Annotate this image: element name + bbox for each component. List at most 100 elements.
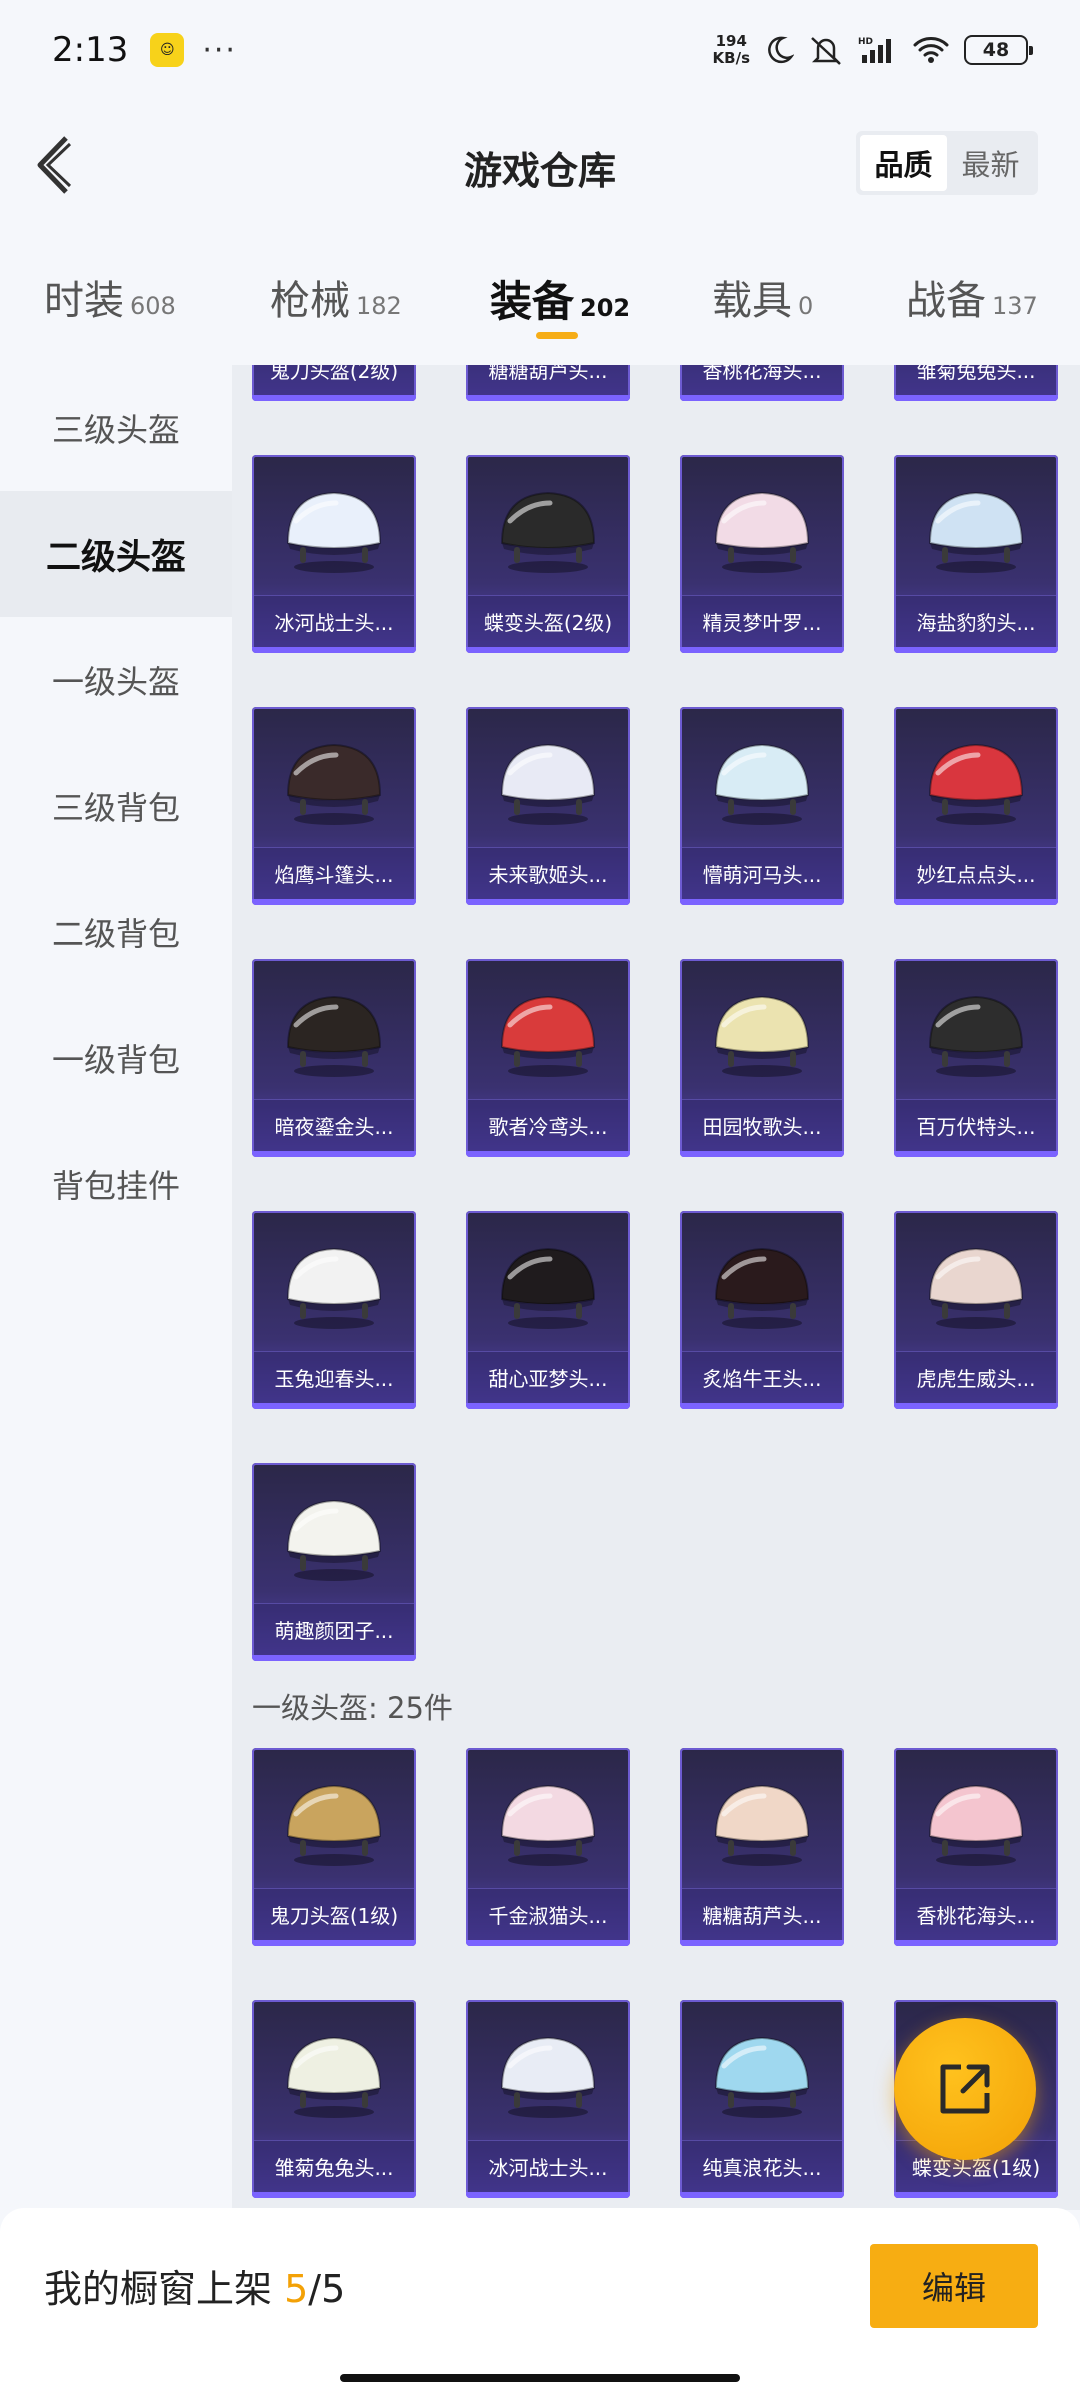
item-card[interactable]: 暗夜鎏金头... [252, 959, 416, 1157]
helmet-icon [928, 995, 1024, 1077]
item-card-label: 纯真浪花头... [682, 2140, 842, 2192]
tab-fashion[interactable]: 时装 608 [44, 268, 176, 326]
item-card-label: 冰河战士头... [468, 2140, 628, 2192]
more-notifications-icon: ··· [202, 32, 237, 68]
status-time: 2:13 [52, 30, 129, 70]
item-card-label: 暗夜鎏金头... [254, 1099, 414, 1151]
item-card[interactable]: 鬼刀头盔(2级) [252, 365, 416, 401]
item-card[interactable]: 海盐豹豹头... [894, 455, 1058, 653]
tab-count: 182 [356, 292, 402, 320]
battery-icon: 48 [964, 35, 1033, 65]
helmet-icon [714, 743, 810, 825]
item-card[interactable]: 纯真浪花头... [680, 2000, 844, 2198]
helmet-icon [500, 995, 596, 1077]
sidebar-item-level3-helmet[interactable]: 三级头盔 [0, 365, 232, 491]
helmet-icon [500, 2036, 596, 2118]
tab-weapons[interactable]: 枪械 182 [270, 268, 402, 326]
tab-supplies[interactable]: 战备 137 [906, 268, 1038, 326]
helmet-icon [500, 1784, 596, 1866]
item-card-label: 未来歌姬头... [468, 847, 628, 899]
helmet-icon [714, 1247, 810, 1329]
item-card[interactable]: 妙红点点头... [894, 707, 1058, 905]
tab-equipment[interactable]: 装备 202 [490, 268, 630, 329]
item-card[interactable]: 糖糖葫芦头... [466, 365, 630, 401]
item-card[interactable]: 萌趣颜团子... [252, 1463, 416, 1661]
network-speed: 194 KB/s [713, 33, 750, 67]
item-card[interactable]: 炙焰牛王头... [680, 1211, 844, 1409]
signal-icon: HD [858, 35, 898, 65]
network-speed-unit: KB/s [712, 49, 750, 67]
sidebar-item-backpack-charm[interactable]: 背包挂件 [0, 1121, 232, 1247]
sort-option-quality[interactable]: 品质 [860, 135, 947, 191]
item-card[interactable]: 歌者冷鸢头... [466, 959, 630, 1157]
app-notification-icon: ☺ [150, 33, 185, 67]
active-tab-indicator [536, 332, 578, 339]
item-card[interactable]: 糖糖葫芦头... [680, 1748, 844, 1946]
tab-count: 608 [130, 292, 176, 320]
sort-toggle: 品质 最新 [856, 131, 1038, 195]
helmet-icon [714, 1784, 810, 1866]
item-card[interactable]: 香桃花海头... [894, 1748, 1058, 1946]
item-card[interactable]: 蝶变头盔(2级) [466, 455, 630, 653]
item-card[interactable]: 香桃花海头... [680, 365, 844, 401]
item-card-label: 糖糖葫芦头... [682, 1888, 842, 1940]
item-card-label: 炙焰牛王头... [682, 1351, 842, 1403]
tab-label: 战备 [906, 278, 986, 324]
helmet-icon [286, 1784, 382, 1866]
sort-option-newest[interactable]: 最新 [947, 135, 1034, 191]
item-card[interactable]: 雏菊兔兔头... [894, 365, 1058, 401]
item-card[interactable]: 鬼刀头盔(1级) [252, 1748, 416, 1946]
edit-button[interactable]: 编辑 [870, 2244, 1038, 2328]
share-button[interactable] [894, 2018, 1036, 2160]
item-card-label: 百万伏特头... [896, 1099, 1056, 1151]
helmet-icon [928, 1247, 1024, 1329]
item-card[interactable]: 未来歌姬头... [466, 707, 630, 905]
item-card[interactable]: 冰河战士头... [252, 455, 416, 653]
item-card[interactable]: 田园牧歌头... [680, 959, 844, 1157]
wifi-icon [912, 35, 950, 65]
helmet-icon [286, 995, 382, 1077]
item-card[interactable]: 千金淑猫头... [466, 1748, 630, 1946]
item-card-label: 蝶变头盔(2级) [468, 595, 628, 647]
item-card[interactable]: 精灵梦叶罗... [680, 455, 844, 653]
item-card[interactable]: 甜心亚梦头... [466, 1211, 630, 1409]
item-card[interactable]: 冰河战士头... [466, 2000, 630, 2198]
item-card[interactable]: 懵萌河马头... [680, 707, 844, 905]
battery-level: 48 [982, 39, 1010, 61]
item-card-label: 甜心亚梦头... [468, 1351, 628, 1403]
item-card[interactable]: 虎虎生威头... [894, 1211, 1058, 1409]
item-grid-area[interactable]: 一级头盔: 25件 鬼刀头盔(2级) 糖糖葫芦头... 香桃花海头... 雏菊兔兔头.… [232, 365, 1080, 2210]
item-card-label: 玉兔迎春头... [254, 1351, 414, 1403]
sidebar-item-level2-backpack[interactable]: 二级背包 [0, 869, 232, 995]
sidebar-item-level2-helmet[interactable]: 二级头盔 [0, 491, 232, 617]
helmet-icon [286, 1499, 382, 1581]
helmet-icon [928, 743, 1024, 825]
helmet-icon [714, 2036, 810, 2118]
tab-label: 载具 [712, 278, 792, 324]
helmet-icon [286, 743, 382, 825]
tab-label: 装备 [490, 277, 575, 326]
item-card-label: 香桃花海头... [682, 365, 842, 395]
item-card[interactable]: 百万伏特头... [894, 959, 1058, 1157]
item-card-label: 冰河战士头... [254, 595, 414, 647]
sidebar-item-level3-backpack[interactable]: 三级背包 [0, 743, 232, 869]
shelf-label: 我的橱窗上架 [44, 2267, 273, 2311]
helmet-icon [714, 995, 810, 1077]
tab-vehicles[interactable]: 载具 0 [712, 268, 813, 326]
sidebar-item-level1-backpack[interactable]: 一级背包 [0, 995, 232, 1121]
helmet-icon [500, 743, 596, 825]
item-card-label: 鬼刀头盔(2级) [254, 365, 414, 395]
bottom-bar: 我的橱窗上架 5/5 编辑 [0, 2208, 1080, 2400]
item-card-label: 懵萌河马头... [682, 847, 842, 899]
tab-label: 时装 [44, 278, 124, 324]
shelf-total-count: /5 [308, 2267, 346, 2311]
item-card-label: 妙红点点头... [896, 847, 1056, 899]
item-card[interactable]: 玉兔迎春头... [252, 1211, 416, 1409]
shelf-status: 我的橱窗上架 5/5 [44, 2258, 345, 2313]
sidebar-item-level1-helmet[interactable]: 一级头盔 [0, 617, 232, 743]
item-card-label: 糖糖葫芦头... [468, 365, 628, 395]
item-card[interactable]: 焰鹰斗篷头... [252, 707, 416, 905]
home-indicator [340, 2374, 740, 2382]
item-card[interactable]: 雏菊兔兔头... [252, 2000, 416, 2198]
moon-icon [764, 35, 794, 65]
